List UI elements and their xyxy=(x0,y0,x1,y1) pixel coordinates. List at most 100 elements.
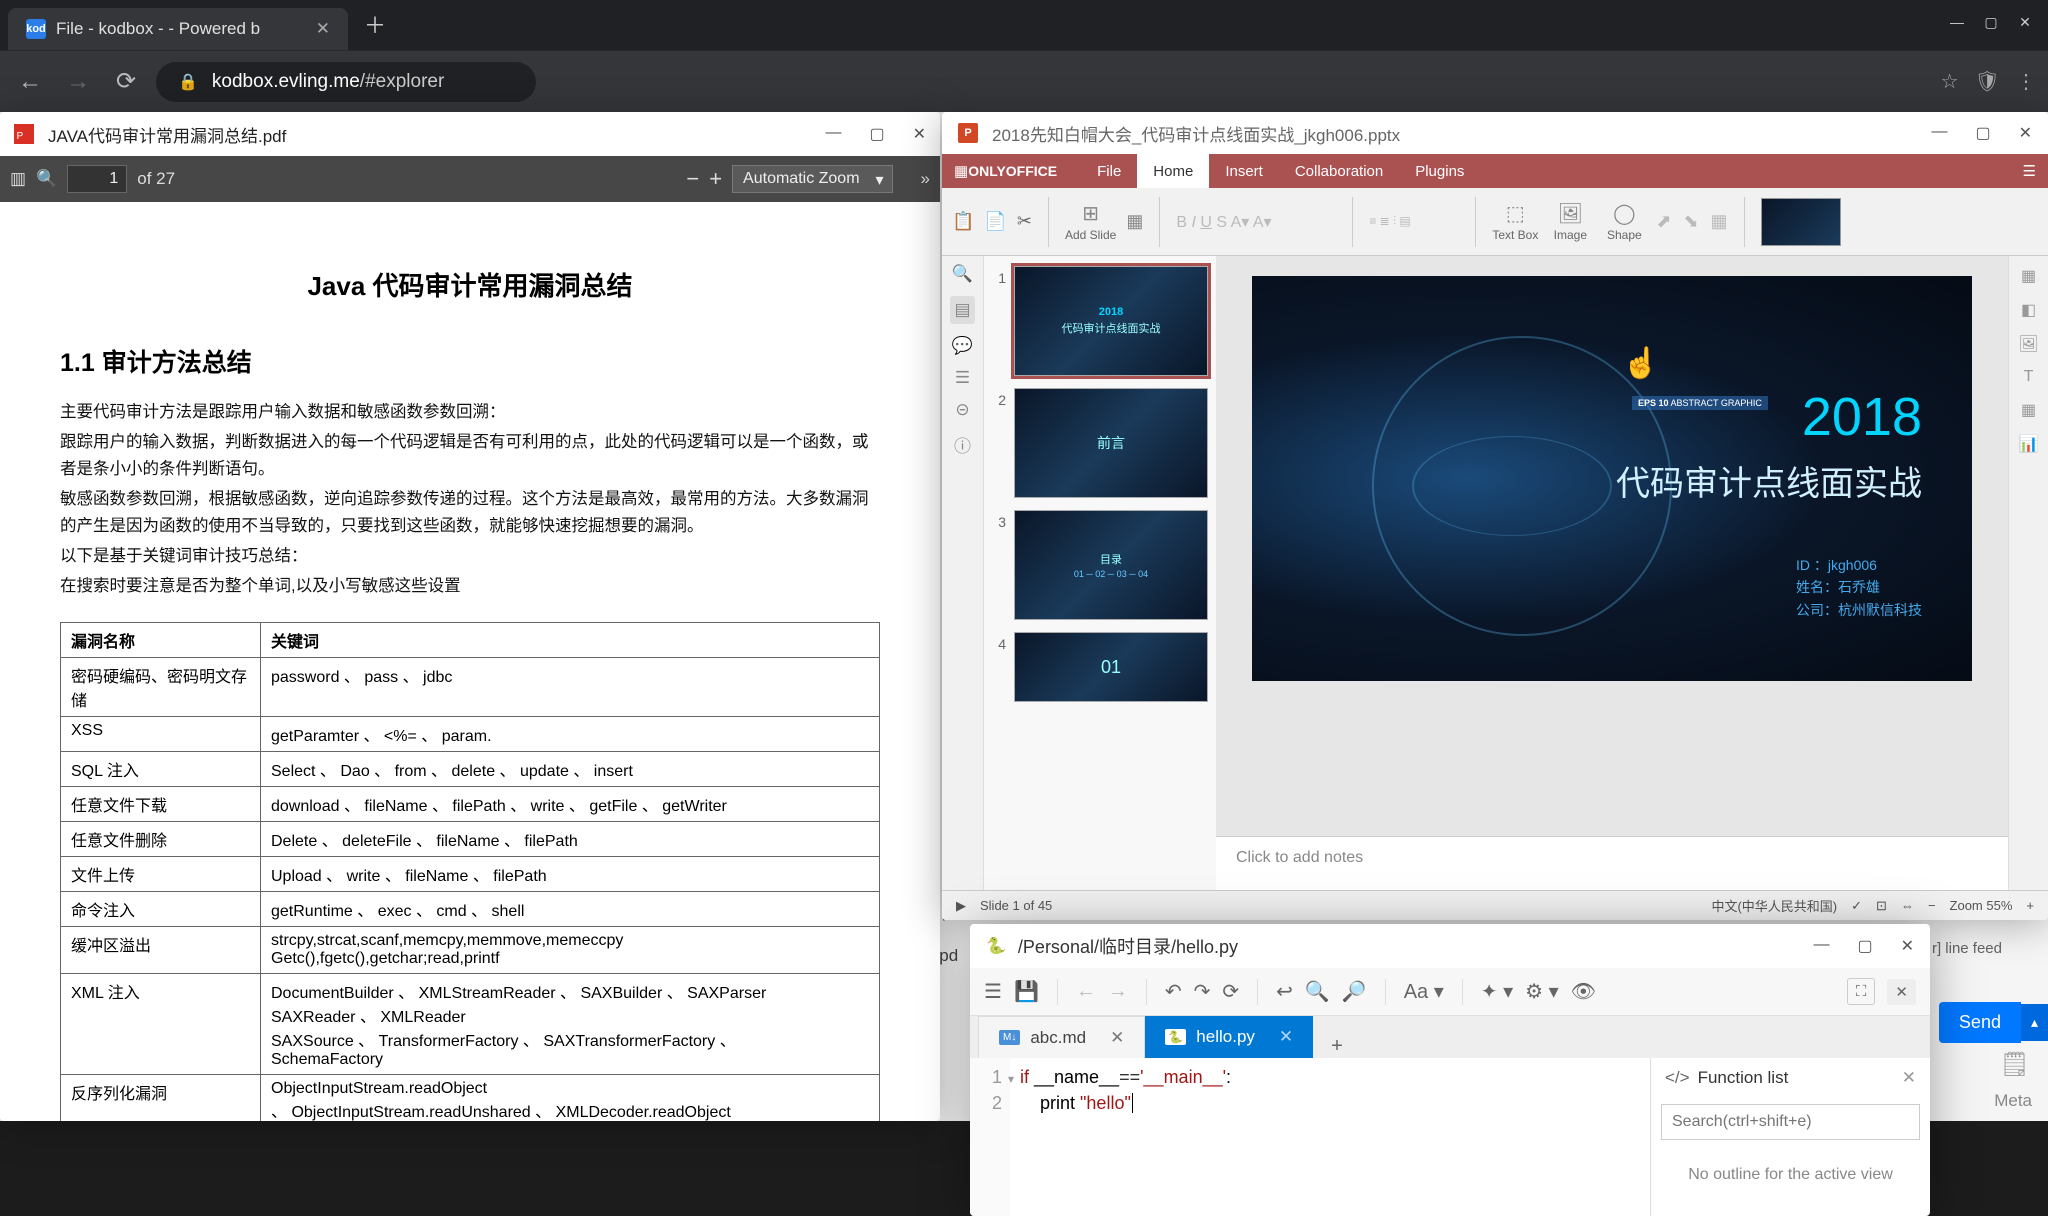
sidebar-toggle-icon[interactable]: ▥ xyxy=(10,169,26,189)
wrap-icon[interactable]: ↩ xyxy=(1276,979,1293,1004)
tab-close-icon[interactable]: ✕ xyxy=(316,19,330,39)
menu-icon[interactable]: ☰ xyxy=(984,979,1002,1004)
zoom-out-icon[interactable]: − xyxy=(686,166,699,192)
note-icon[interactable]: 🗒 xyxy=(2000,1050,2030,1079)
send-button[interactable]: Send xyxy=(1939,1002,2021,1043)
slide-thumb-4[interactable]: 01 xyxy=(1014,632,1208,702)
menu-insert[interactable]: Insert xyxy=(1209,154,1279,188)
menu-home[interactable]: Home xyxy=(1137,154,1209,188)
tools-icon[interactable]: ✦ ▾ xyxy=(1481,979,1513,1004)
star-icon[interactable]: ☆ xyxy=(1941,69,1959,94)
function-search-input[interactable] xyxy=(1661,1104,1920,1140)
slide-thumb-1[interactable]: 2018代码审计点线面实战 xyxy=(1014,266,1208,376)
tab-close-icon[interactable]: ✕ xyxy=(1110,1028,1124,1048)
panel-close-icon[interactable]: ✕ xyxy=(1902,1068,1916,1088)
reload-icon[interactable]: ⟳ xyxy=(108,64,144,100)
copy-icon[interactable]: 📋 xyxy=(952,211,974,232)
redo-icon[interactable]: ↷ xyxy=(1194,979,1211,1004)
slide-thumbnails[interactable]: 1 2018代码审计点线面实战 2 前言 3 目录01 ─ 02 ─ 03 ─ … xyxy=(984,256,1216,890)
outline-icon[interactable]: ☰ xyxy=(955,368,970,388)
settings-icon[interactable]: ⚙ ▾ xyxy=(1525,979,1559,1004)
zoom-in-icon[interactable]: + xyxy=(2026,898,2034,913)
font-controls[interactable]: B I U S A▾ A▾ xyxy=(1176,212,1336,232)
maximize-icon[interactable]: ▢ xyxy=(869,124,884,144)
maximize-icon[interactable]: ▢ xyxy=(1857,936,1872,956)
font-icon[interactable]: Aa ▾ xyxy=(1404,979,1444,1004)
feedback-icon[interactable]: ⊝ xyxy=(955,400,969,420)
pdf-titlebar[interactable]: P JAVA代码审计常用漏洞总结.pdf — ▢ ✕ xyxy=(0,112,940,156)
forward-icon[interactable]: → xyxy=(60,64,96,100)
save-icon[interactable]: 💾 xyxy=(1014,979,1039,1004)
extension-icon[interactable]: 🛡 xyxy=(1975,69,2000,94)
minimize-icon[interactable]: — xyxy=(1813,936,1829,956)
zoom-icon[interactable]: 🔎 xyxy=(1342,979,1367,1004)
text-settings-icon[interactable]: T xyxy=(2024,368,2034,386)
url-box[interactable]: 🔒 kodbox.evling.me/#explorer xyxy=(156,62,536,102)
tools-icon[interactable]: » xyxy=(921,169,930,189)
pptx-titlebar[interactable]: P 2018先知白帽大会_代码审计点线面实战_jkgh006.pptx — ▢ … xyxy=(942,112,2048,154)
minimize-icon[interactable]: — xyxy=(1942,10,1972,34)
arrange-controls[interactable]: ⬈⬊▦ xyxy=(1656,211,1727,232)
zoom-in-icon[interactable]: + xyxy=(709,166,722,192)
menu-file[interactable]: File xyxy=(1081,154,1137,188)
slide-thumb-2[interactable]: 前言 xyxy=(1014,388,1208,498)
menu-icon[interactable]: ⋮ xyxy=(2016,69,2036,94)
tab-hello-py[interactable]: 🐍 hello.py ✕ xyxy=(1145,1016,1313,1058)
shape-settings-icon[interactable]: ◧ xyxy=(2021,300,2036,320)
pdf-page-area[interactable]: Java 代码审计常用漏洞总结 1.1 审计方法总结 主要代码审计方法是跟踪用户… xyxy=(0,202,940,1121)
refresh-icon[interactable]: ⟳ xyxy=(1222,979,1239,1004)
table-settings-icon[interactable]: ▦ xyxy=(2021,400,2036,420)
maximize-icon[interactable]: ▢ xyxy=(1976,10,2006,34)
fullscreen-icon[interactable]: ⛶ xyxy=(1847,978,1876,1005)
menu-collaboration[interactable]: Collaboration xyxy=(1279,154,1399,188)
zoom-select[interactable]: Automatic Zoom ▾ xyxy=(732,165,892,193)
back-icon[interactable]: ← xyxy=(12,64,48,100)
close-icon[interactable]: ✕ xyxy=(913,124,926,144)
maximize-icon[interactable]: ▢ xyxy=(1975,123,1990,143)
menu-plugins[interactable]: Plugins xyxy=(1399,154,1480,188)
search-icon[interactable]: 🔍 xyxy=(952,264,973,284)
close-icon[interactable]: ✕ xyxy=(2019,123,2032,143)
add-tab-button[interactable]: + xyxy=(1313,1035,1361,1058)
info-icon[interactable]: ⓘ xyxy=(954,432,971,457)
send-dropdown-icon[interactable]: ▴ xyxy=(2021,1004,2048,1041)
search-icon[interactable]: 🔍 xyxy=(1305,979,1330,1004)
zoom-out-icon[interactable]: − xyxy=(1928,898,1936,913)
paste-icon[interactable]: 📄 xyxy=(984,211,1006,232)
notes-area[interactable]: Click to add notes xyxy=(1216,836,2008,890)
menu-collapse-icon[interactable]: ☰ xyxy=(2023,162,2048,180)
textbox-button[interactable]: ⬚Text Box xyxy=(1492,201,1538,242)
preview-icon[interactable]: 👁 xyxy=(1571,979,1596,1004)
image-button[interactable]: 🖼Image xyxy=(1548,201,1592,242)
back-icon[interactable]: ← xyxy=(1076,980,1096,1003)
forward-icon[interactable]: → xyxy=(1108,980,1128,1003)
code-titlebar[interactable]: 🐍 /Personal/临时目录/hello.py — ▢ ✕ xyxy=(970,924,1930,968)
close-icon[interactable]: ✕ xyxy=(2010,10,2040,34)
tab-abc-md[interactable]: M↓ abc.md ✕ xyxy=(978,1016,1145,1058)
slide-canvas[interactable]: ☝ EPS 10 ABSTRACT GRAPHIC 2018 代码审计点线面实战… xyxy=(1216,256,2008,836)
cut-icon[interactable]: ✂ xyxy=(1017,211,1032,232)
comments-icon[interactable]: 💬 xyxy=(952,336,973,356)
browser-tab[interactable]: kod File - kodbox - - Powered b ✕ xyxy=(8,8,348,50)
fit-icon[interactable]: ⊡ xyxy=(1876,898,1887,914)
page-input[interactable] xyxy=(67,165,127,193)
chart-settings-icon[interactable]: 📊 xyxy=(2019,434,2039,454)
new-tab-button[interactable]: ＋ xyxy=(364,8,386,40)
code-lines[interactable]: if __name__=='__main__': print "hello" xyxy=(1010,1058,1650,1216)
language-label[interactable]: 中文(中华人民共和国) xyxy=(1711,896,1837,915)
minimize-icon[interactable]: — xyxy=(825,124,841,144)
theme-preview[interactable] xyxy=(1761,198,1841,246)
search-icon[interactable]: 🔍 xyxy=(36,169,57,189)
close-panel-icon[interactable]: ✕ xyxy=(1887,979,1916,1005)
code-area[interactable]: 1▾2 if __name__=='__main__': print "hell… xyxy=(970,1058,1650,1216)
slide-settings-icon[interactable]: ▦ xyxy=(2021,266,2036,286)
slide-thumb-3[interactable]: 目录01 ─ 02 ─ 03 ─ 04 xyxy=(1014,510,1208,620)
minimize-icon[interactable]: — xyxy=(1931,123,1947,143)
close-icon[interactable]: ✕ xyxy=(1901,936,1914,956)
layout-icon[interactable]: ▦ xyxy=(1126,211,1143,232)
spellcheck-icon[interactable]: ✓ xyxy=(1851,898,1862,914)
thumbnails-icon[interactable]: ▤ xyxy=(950,296,974,324)
shape-button[interactable]: ◯Shape xyxy=(1602,201,1646,242)
undo-icon[interactable]: ↶ xyxy=(1165,979,1182,1004)
image-settings-icon[interactable]: 🖼 xyxy=(2018,334,2038,354)
